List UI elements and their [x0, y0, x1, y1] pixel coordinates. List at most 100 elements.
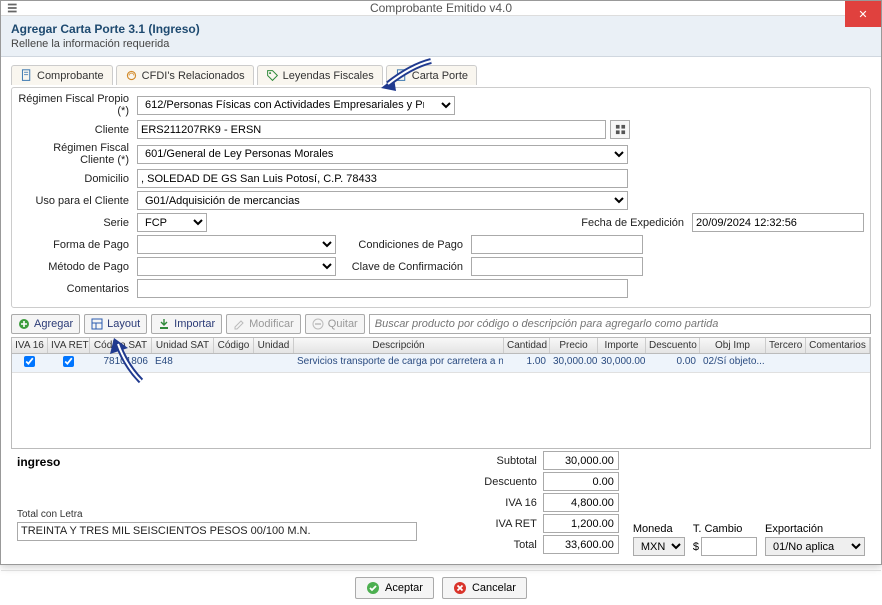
btn-label: Layout — [107, 318, 140, 330]
edit-icon — [233, 318, 245, 330]
cell: 78101806 — [90, 354, 152, 372]
exportacion-select[interactable]: 01/No aplica — [765, 537, 865, 556]
cell — [254, 354, 294, 372]
tab-label: Leyendas Fiscales — [283, 70, 374, 82]
header-strip: Agregar Carta Porte 3.1 (Ingreso) Rellen… — [1, 16, 881, 57]
remove-icon — [312, 318, 324, 330]
grid-icon — [615, 124, 626, 135]
tab-carta-porte[interactable]: Carta Porte — [386, 65, 477, 85]
cell: E48 — [152, 354, 214, 372]
cliente-lookup-button[interactable] — [610, 120, 630, 139]
subtotal-label: Subtotal — [497, 455, 537, 467]
label-domicilio: Domicilio — [18, 173, 133, 185]
tab-label: Carta Porte — [412, 70, 468, 82]
btn-label: Aceptar — [385, 582, 423, 594]
document-icon — [395, 69, 408, 82]
cell: 0.00 — [646, 354, 700, 372]
uso-cliente-select[interactable]: G01/Adquisición de mercancias — [137, 191, 628, 210]
tab-cfdi[interactable]: CFDI's Relacionados — [116, 65, 254, 85]
plus-icon — [18, 318, 30, 330]
label-regimen-propio: Régimen Fiscal Propio (*) — [18, 93, 133, 117]
col-header[interactable]: Unidad SAT — [152, 338, 214, 353]
regimen-propio-select[interactable]: 612/Personas Físicas con Actividades Emp… — [137, 96, 455, 115]
domicilio-input[interactable] — [137, 169, 628, 188]
label-clave-conf: Clave de Confirmación — [349, 261, 467, 273]
cliente-input[interactable] — [137, 120, 606, 139]
form-panel: Régimen Fiscal Propio (*) 612/Personas F… — [11, 87, 871, 308]
serie-select[interactable]: FCP — [137, 213, 207, 232]
importar-button[interactable]: Importar — [151, 314, 222, 334]
aceptar-button[interactable]: Aceptar — [355, 577, 434, 599]
check-icon — [366, 581, 380, 595]
col-header[interactable]: Descuento — [646, 338, 700, 353]
descuento-value — [543, 472, 619, 491]
col-header[interactable]: Precio — [550, 338, 598, 353]
col-header[interactable]: Comentarios — [806, 338, 870, 353]
tab-comprobante[interactable]: Comprobante — [11, 65, 113, 85]
table-row[interactable]: 78101806 E48 Servicios transporte de car… — [12, 354, 870, 373]
product-search-input[interactable] — [369, 314, 871, 334]
col-header[interactable]: Código SAT — [90, 338, 152, 353]
ivaret-checkbox[interactable] — [63, 356, 74, 367]
close-button[interactable]: ✕ — [845, 1, 881, 27]
label-metodo: Método de Pago — [18, 261, 133, 273]
app-icon — [7, 1, 21, 15]
items-grid: IVA 16 IVA RET Código SAT Unidad SAT Cód… — [11, 337, 871, 449]
clave-conf-input[interactable] — [471, 257, 643, 276]
cell: 02/Sí objeto... — [700, 354, 766, 372]
moneda-label: Moneda — [633, 523, 685, 535]
tcambio-label: T. Cambio — [693, 523, 757, 535]
col-header[interactable]: Unidad — [254, 338, 294, 353]
modificar-button[interactable]: Modificar — [226, 314, 301, 334]
total-letra-value: TREINTA Y TRES MIL SEISCIENTOS PESOS 00/… — [17, 522, 417, 541]
ingreso-label: ingreso — [17, 455, 470, 469]
btn-label: Agregar — [34, 318, 73, 330]
metodo-pago-select[interactable] — [137, 257, 336, 276]
quitar-button[interactable]: Quitar — [305, 314, 365, 334]
forma-pago-select[interactable] — [137, 235, 336, 254]
fecha-input[interactable] — [692, 213, 864, 232]
col-header[interactable]: Cantidad — [504, 338, 550, 353]
ivaret-label: IVA RET — [496, 518, 537, 530]
link-icon — [125, 69, 138, 82]
exportacion-label: Exportación — [765, 523, 865, 535]
page-title: Agregar Carta Porte 3.1 (Ingreso) — [11, 22, 871, 36]
comentarios-input[interactable] — [137, 279, 628, 298]
cancelar-button[interactable]: Cancelar — [442, 577, 527, 599]
regimen-cliente-select[interactable]: 601/General de Ley Personas Morales — [137, 145, 628, 164]
tcambio-input[interactable] — [701, 537, 757, 556]
iva16-value — [543, 493, 619, 512]
titlebar: Comprobante Emitido v4.0 ✕ — [1, 1, 881, 16]
grid-toolbar: Agregar Layout Importar Modificar Quitar — [11, 314, 871, 334]
iva16-label: IVA 16 — [505, 497, 537, 509]
page-subtitle: Rellene la información requerida — [11, 38, 871, 50]
window-title: Comprobante Emitido v4.0 — [370, 1, 512, 15]
col-header[interactable]: Descripción — [294, 338, 504, 353]
cell — [766, 354, 806, 372]
subtotal-value — [543, 451, 619, 470]
col-header[interactable]: Código — [214, 338, 254, 353]
layout-button[interactable]: Layout — [84, 314, 147, 334]
btn-label: Modificar — [249, 318, 294, 330]
cell: Servicios transporte de carga por carret… — [294, 354, 504, 372]
label-comentarios: Comentarios — [18, 283, 133, 295]
tab-label: Comprobante — [37, 70, 104, 82]
col-header[interactable]: IVA RET — [48, 338, 90, 353]
agregar-button[interactable]: Agregar — [11, 314, 80, 334]
col-header[interactable]: IVA 16 — [12, 338, 48, 353]
total-letra-label: Total con Letra — [17, 509, 470, 520]
moneda-select[interactable]: MXN — [633, 537, 685, 556]
tab-bar: Comprobante CFDI's Relacionados Leyendas… — [11, 65, 871, 85]
import-icon — [158, 318, 170, 330]
cell: 30,000.00 — [550, 354, 598, 372]
cell: 1.00 — [504, 354, 550, 372]
iva16-checkbox[interactable] — [24, 356, 35, 367]
col-header[interactable]: Importe — [598, 338, 646, 353]
cancel-icon — [453, 581, 467, 595]
label-cliente: Cliente — [18, 124, 133, 136]
col-header[interactable]: Obj Imp — [700, 338, 766, 353]
tab-leyendas[interactable]: Leyendas Fiscales — [257, 65, 383, 85]
condiciones-input[interactable] — [471, 235, 643, 254]
btn-label: Cancelar — [472, 582, 516, 594]
col-header[interactable]: Tercero — [766, 338, 806, 353]
